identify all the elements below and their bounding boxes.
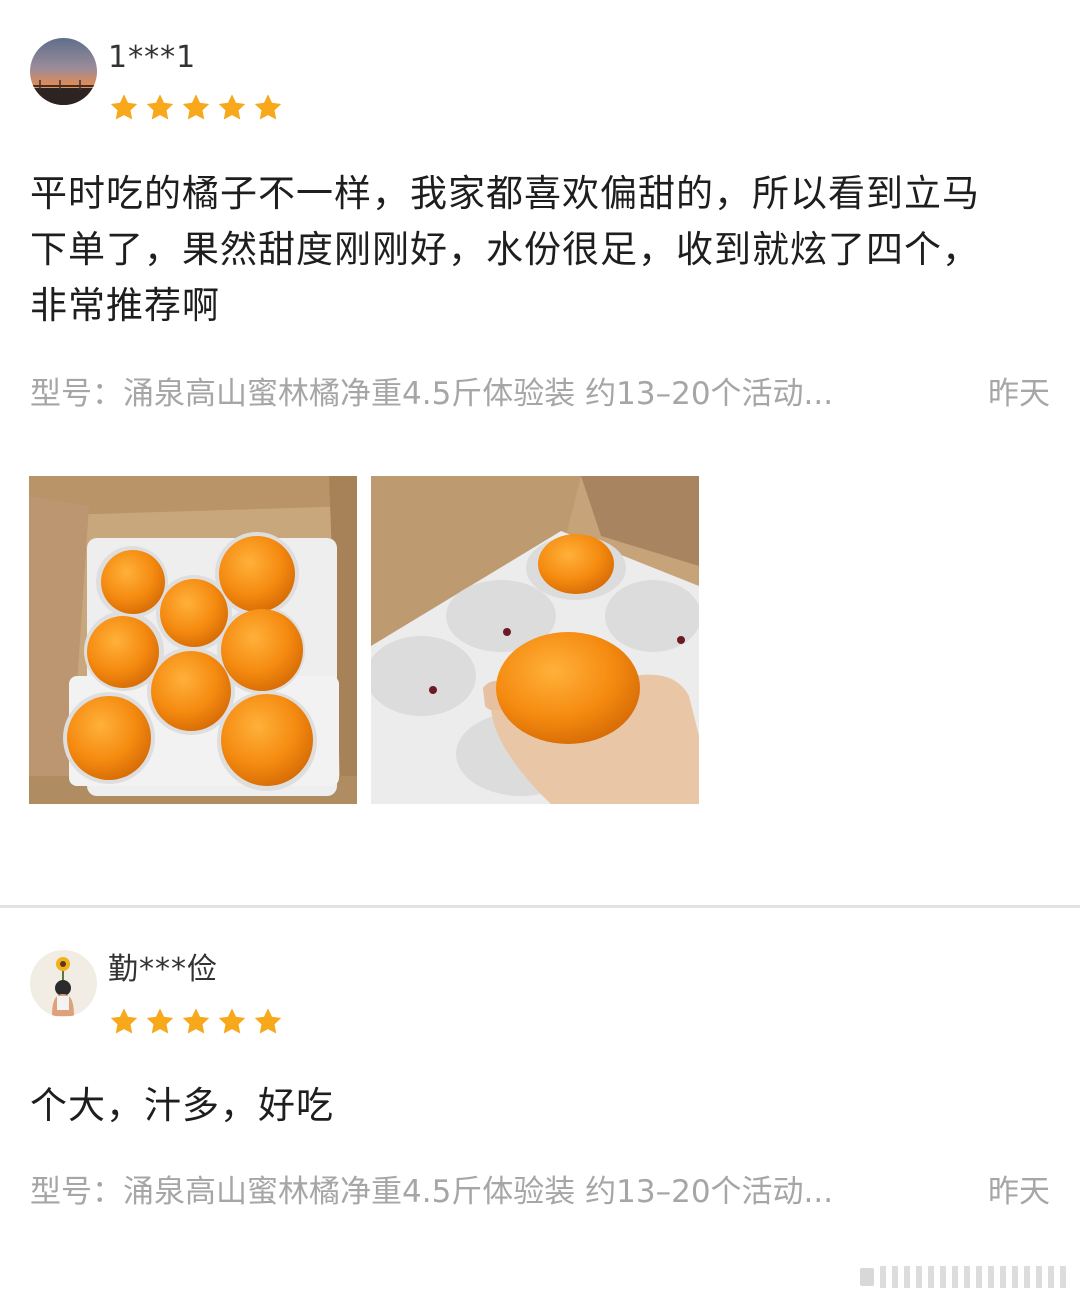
star-rating: [108, 1006, 288, 1038]
star-icon: [108, 92, 140, 124]
star-icon: [144, 92, 176, 124]
star-icon: [108, 1006, 140, 1038]
star-icon: [252, 92, 284, 124]
star-icon: [180, 1006, 212, 1038]
review-text-line: 平时吃的橘子不一样，我家都喜欢偏甜的，所以看到立马: [30, 172, 980, 215]
watermark-logo: [860, 1266, 1066, 1288]
product-spec: 型号：涌泉高山蜜林橘净重4.5斤体验装 约13–20个活动...: [30, 1174, 834, 1210]
hand-holding-mandarin-photo: [371, 476, 699, 804]
user-avatar[interactable]: [30, 38, 97, 105]
review-card: 1***1 平时吃的橘子不一样，我家都喜欢偏甜的，所以看到立马 下单了，果然甜度…: [0, 0, 1080, 906]
review-text-line: 非常推荐啊: [30, 284, 220, 327]
review-text-line: 下单了，果然甜度刚刚好，水份很足，收到就炫了四个，: [30, 228, 980, 271]
review-time: 昨天: [988, 376, 1050, 412]
review-photo[interactable]: [371, 476, 699, 804]
review-meta: 型号：涌泉高山蜜林橘净重4.5斤体验装 约13–20个活动... 昨天: [30, 1172, 1050, 1212]
sunset-avatar-icon: [30, 38, 97, 105]
review-text: 平时吃的橘子不一样，我家都喜欢偏甜的，所以看到立马 下单了，果然甜度刚刚好，水份…: [30, 166, 1050, 334]
product-spec: 型号：涌泉高山蜜林橘净重4.5斤体验装 约13–20个活动...: [30, 376, 834, 412]
username: 勤***俭: [108, 952, 218, 987]
star-icon: [216, 92, 248, 124]
star-icon: [144, 1006, 176, 1038]
username: 1***1: [108, 40, 197, 75]
star-icon: [180, 92, 212, 124]
star-icon: [252, 1006, 284, 1038]
review-meta: 型号：涌泉高山蜜林橘净重4.5斤体验装 约13–20个活动... 昨天: [30, 374, 1050, 414]
box-of-mandarins-photo: [29, 476, 357, 804]
review-photo[interactable]: [29, 476, 357, 804]
review-text-line: 个大，汁多，好吃: [30, 1084, 334, 1127]
review-card: 勤***俭 个大，汁多，好吃 型号：涌泉高山蜜林橘净重4.5斤体验装 约13–2…: [0, 908, 1080, 1300]
sunflower-girl-avatar-icon: [30, 950, 97, 1017]
star-rating: [108, 92, 288, 124]
review-time: 昨天: [988, 1174, 1050, 1210]
review-text: 个大，汁多，好吃: [30, 1078, 1050, 1134]
user-avatar[interactable]: [30, 950, 97, 1017]
star-icon: [216, 1006, 248, 1038]
